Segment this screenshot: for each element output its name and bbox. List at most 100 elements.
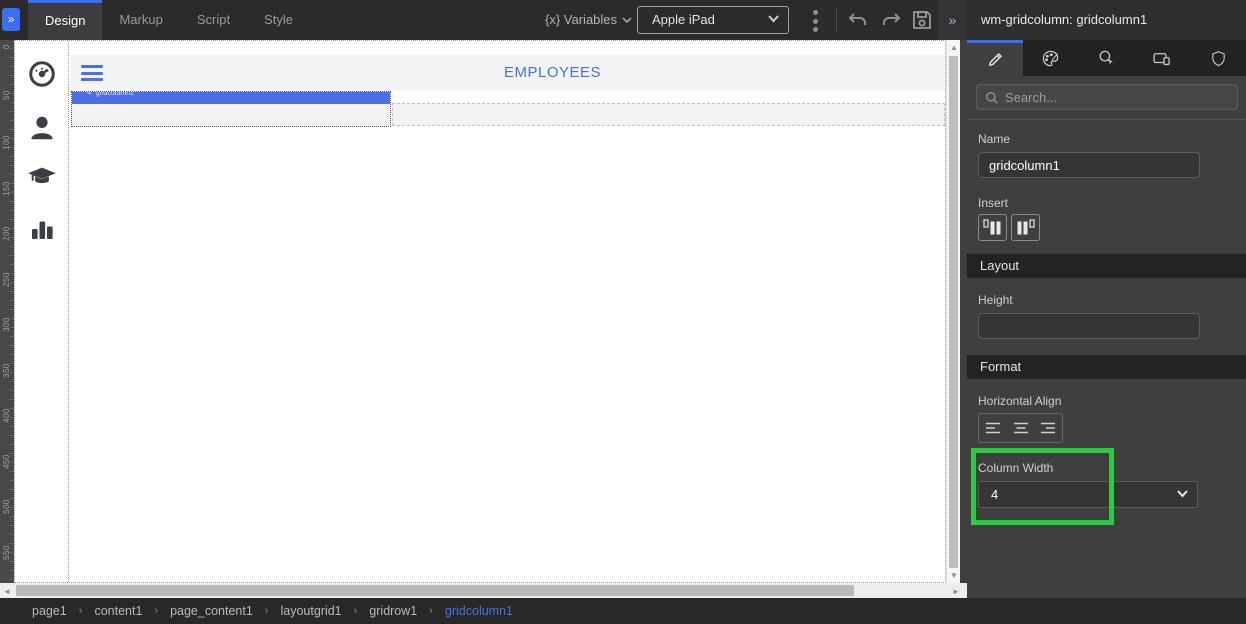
horizontal-scrollbar[interactable]: ◄ ► bbox=[0, 583, 967, 598]
height-field[interactable] bbox=[978, 313, 1200, 339]
selection-highlight-bar: ✎ gridcolumn1 bbox=[72, 92, 390, 104]
breadcrumb-item-page1[interactable]: page1 bbox=[32, 604, 67, 618]
breadcrumb-separator: › bbox=[429, 605, 433, 617]
column-width-value: 4 bbox=[991, 487, 999, 502]
vertical-scrollbar[interactable]: ▲ ▼ bbox=[946, 40, 960, 583]
double-chevron-right-icon: » bbox=[948, 12, 957, 28]
panel-divider bbox=[967, 119, 1246, 120]
undo-icon bbox=[848, 13, 866, 25]
properties-search bbox=[976, 84, 1238, 110]
ruler-label: 200 bbox=[2, 226, 11, 241]
pencil-icon: ✎ bbox=[86, 92, 92, 97]
align-center-button[interactable] bbox=[1007, 414, 1035, 442]
user-icon bbox=[31, 116, 53, 140]
horizontal-align-group bbox=[978, 413, 1063, 443]
ruler-label: 550 bbox=[2, 544, 11, 560]
insert-column-right-icon bbox=[1017, 219, 1035, 235]
shield-icon bbox=[1211, 50, 1225, 66]
gridcolumn2-placeholder[interactable] bbox=[392, 103, 945, 126]
ruler-label: 0 bbox=[2, 44, 11, 49]
hamburger-menu-icon[interactable] bbox=[81, 65, 103, 81]
align-left-icon bbox=[985, 422, 1000, 434]
scroll-up-icon[interactable]: ▲ bbox=[950, 43, 958, 52]
name-label: Name bbox=[978, 132, 1011, 146]
horizontal-scrollbar-thumb[interactable] bbox=[16, 585, 854, 596]
scroll-left-icon[interactable]: ◄ bbox=[3, 587, 11, 596]
breadcrumb-item-gridcolumn1[interactable]: gridcolumn1 bbox=[445, 604, 513, 618]
nav-education-item[interactable] bbox=[27, 162, 57, 192]
properties-panel: wm-gridcolumn: gridcolumn1 Name Insert bbox=[967, 0, 1246, 598]
breadcrumb-separator: › bbox=[264, 605, 269, 617]
nav-dashboard-item[interactable] bbox=[27, 59, 57, 89]
scroll-down-icon[interactable]: ▼ bbox=[950, 571, 958, 580]
column-width-label: Column Width bbox=[978, 461, 1054, 475]
vertical-ruler: 0 50 100 150 200 250 300 350 400 450 500 550 bbox=[0, 40, 14, 583]
tab-script[interactable]: Script bbox=[180, 0, 247, 40]
expand-left-panel-button[interactable]: » bbox=[2, 8, 20, 31]
tab-properties[interactable] bbox=[967, 40, 1023, 76]
nav-users-item[interactable] bbox=[27, 113, 57, 143]
chevron-down-icon bbox=[622, 16, 632, 23]
tab-style[interactable]: Style bbox=[247, 0, 310, 40]
insert-column-right-button[interactable] bbox=[1011, 214, 1040, 241]
tab-security[interactable] bbox=[1190, 40, 1246, 76]
collapse-toolbar-button[interactable]: » bbox=[938, 0, 967, 40]
chevron-down-icon bbox=[1177, 490, 1188, 498]
breadcrumb-separator: › bbox=[154, 605, 159, 617]
save-icon bbox=[913, 11, 931, 29]
magnifier-cursor-icon bbox=[1099, 50, 1113, 64]
search-input[interactable] bbox=[1005, 85, 1231, 109]
ruler-label: 300 bbox=[2, 317, 11, 332]
pencil-icon bbox=[988, 52, 1002, 66]
palette-icon bbox=[1043, 50, 1059, 66]
nav-reports-item[interactable] bbox=[27, 214, 57, 244]
kebab-menu-icon[interactable] bbox=[810, 10, 820, 32]
inspector-tabs bbox=[967, 40, 1246, 76]
top-toolbar: » Design Markup Script Style {x} Variabl… bbox=[0, 0, 967, 40]
bar-chart-icon bbox=[32, 221, 53, 239]
insert-column-left-button[interactable] bbox=[978, 214, 1007, 241]
tab-devices[interactable] bbox=[1134, 40, 1190, 76]
devices-icon bbox=[1153, 52, 1171, 65]
align-right-button[interactable] bbox=[1034, 414, 1062, 442]
tab-markup[interactable]: Markup bbox=[102, 0, 179, 40]
breadcrumb-separator: › bbox=[78, 605, 83, 617]
search-icon bbox=[986, 92, 998, 104]
breadcrumb-item-gridrow1[interactable]: gridrow1 bbox=[369, 604, 417, 618]
breadcrumb: page1 › content1 › page_content1 › layoutgrid1… bbox=[0, 598, 1246, 624]
column-width-select[interactable]: 4 bbox=[978, 481, 1198, 508]
redo-button[interactable] bbox=[879, 8, 903, 32]
breadcrumb-item-layoutgrid1[interactable]: layoutgrid1 bbox=[280, 604, 341, 618]
design-canvas: 0 50 100 150 200 250 300 350 400 450 500 550 EMPLOY… bbox=[0, 40, 967, 583]
redo-icon bbox=[883, 13, 901, 25]
selected-widget-title: wm-gridcolumn: gridcolumn1 bbox=[967, 0, 1246, 40]
toolbar-divider bbox=[836, 8, 837, 32]
undo-button[interactable] bbox=[846, 8, 870, 32]
save-button[interactable] bbox=[910, 8, 934, 32]
ruler-label: 400 bbox=[2, 408, 11, 423]
breadcrumb-item-content1[interactable]: content1 bbox=[94, 604, 142, 618]
selected-gridcolumn1[interactable]: ✎ gridcolumn1 bbox=[71, 91, 391, 127]
ruler-label: 150 bbox=[2, 180, 11, 196]
tab-events[interactable] bbox=[1079, 40, 1135, 76]
vertical-scrollbar-thumb[interactable] bbox=[949, 56, 958, 568]
tab-design[interactable]: Design bbox=[28, 0, 103, 40]
double-chevron-right-icon: » bbox=[7, 12, 15, 26]
align-left-button[interactable] bbox=[979, 414, 1007, 442]
page-title: EMPLOYEES bbox=[503, 64, 602, 81]
canvas-right-gutter bbox=[960, 40, 967, 583]
height-label: Height bbox=[978, 293, 1013, 307]
page-header-band: EMPLOYEES bbox=[70, 55, 945, 91]
page-left-nav bbox=[15, 41, 69, 582]
align-center-icon bbox=[1013, 422, 1028, 434]
device-selector[interactable]: Apple iPad bbox=[637, 6, 789, 34]
name-field[interactable] bbox=[978, 152, 1200, 178]
breadcrumb-item-page_content1[interactable]: page_content1 bbox=[170, 604, 253, 618]
variables-menu[interactable]: {x} Variables bbox=[545, 0, 632, 40]
align-right-icon bbox=[1041, 422, 1056, 434]
ruler-label: 500 bbox=[2, 499, 11, 514]
ruler-label: 50 bbox=[2, 89, 11, 100]
preview-page: EMPLOYEES ✎ gridcolumn1 bbox=[14, 40, 946, 583]
scroll-right-icon[interactable]: ► bbox=[952, 587, 960, 596]
tab-styles[interactable] bbox=[1023, 40, 1079, 76]
